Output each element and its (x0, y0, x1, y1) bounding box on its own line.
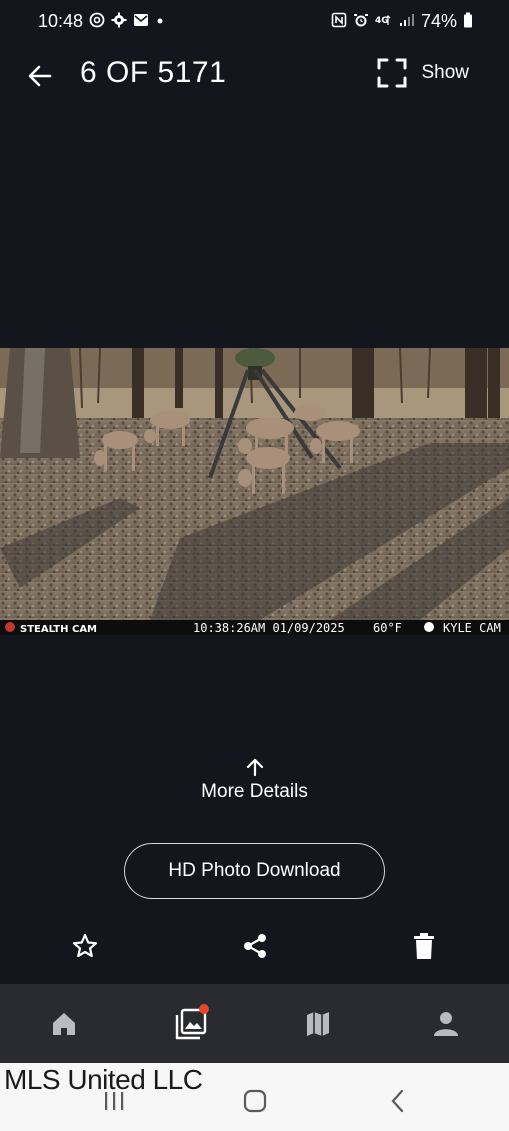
status-left: 10:48 (38, 11, 165, 32)
photo-actions (0, 926, 509, 966)
photo-image: STEALTH CAM 10:38:26AM 01/09/2025 60°F K… (0, 348, 509, 635)
back-system-button[interactable] (378, 1081, 418, 1121)
share-icon (244, 934, 266, 958)
mail-icon (133, 13, 149, 30)
arrow-up-icon (246, 758, 263, 777)
nfc-icon (331, 12, 347, 31)
stealthcam-logo-icon (5, 622, 15, 632)
moon-phase-icon (424, 622, 434, 632)
trash-icon (414, 933, 434, 959)
chevron-left-icon (391, 1089, 404, 1113)
back-button[interactable] (24, 60, 56, 92)
more-details-label: More Details (201, 781, 308, 802)
nav-profile[interactable] (426, 1004, 466, 1044)
star-icon (72, 933, 98, 958)
home-system-button[interactable] (235, 1081, 275, 1121)
gear-icon (111, 12, 127, 31)
photo-timestamp: 10:38:26AM 01/09/2025 (193, 621, 345, 635)
home-icon (53, 1013, 75, 1035)
nav-home[interactable] (44, 1004, 84, 1044)
status-bar: 10:48 4G 74% (0, 0, 509, 42)
photo-camera-name: KYLE CAM (443, 621, 501, 635)
bottom-navigation (0, 984, 509, 1063)
alarm-icon (353, 12, 369, 31)
4g-icon: 4G (375, 12, 393, 31)
battery-icon (463, 12, 473, 31)
status-time: 10:48 (38, 10, 84, 31)
notification-dot-icon (155, 14, 165, 29)
more-details-button[interactable]: More Details (0, 757, 509, 803)
fullscreen-icon (377, 58, 407, 88)
trail-camera-photo[interactable]: STEALTH CAM 10:38:26AM 01/09/2025 60°F K… (0, 348, 509, 635)
threads-icon (89, 12, 105, 31)
home-square-icon (243, 1089, 267, 1113)
mls-watermark: MLS United LLC (4, 1064, 203, 1095)
hd-download-label: HD Photo Download (168, 860, 341, 881)
nav-gallery[interactable] (171, 1004, 211, 1044)
status-right: 4G 74% (331, 11, 473, 32)
photo-brand: STEALTH CAM (20, 624, 97, 635)
photo-counter: 6 OF 5171 (80, 56, 227, 89)
signal-icon (399, 13, 415, 30)
delete-button[interactable] (404, 926, 444, 966)
battery-percent: 74% (420, 10, 457, 31)
favorite-button[interactable] (65, 926, 105, 966)
person-icon (434, 1012, 458, 1036)
show-label: Show (421, 62, 469, 83)
nav-map[interactable] (298, 1004, 338, 1044)
hd-photo-download-button[interactable]: HD Photo Download (124, 843, 385, 899)
show-fullscreen-button[interactable]: Show (377, 58, 469, 88)
viewer-header: 6 OF 5171 Show (0, 50, 509, 100)
arrow-left-icon (28, 65, 52, 87)
photo-temperature: 60°F (373, 621, 402, 635)
share-button[interactable] (235, 926, 275, 966)
map-icon (307, 1012, 329, 1036)
gallery-notification-badge (199, 1004, 209, 1014)
